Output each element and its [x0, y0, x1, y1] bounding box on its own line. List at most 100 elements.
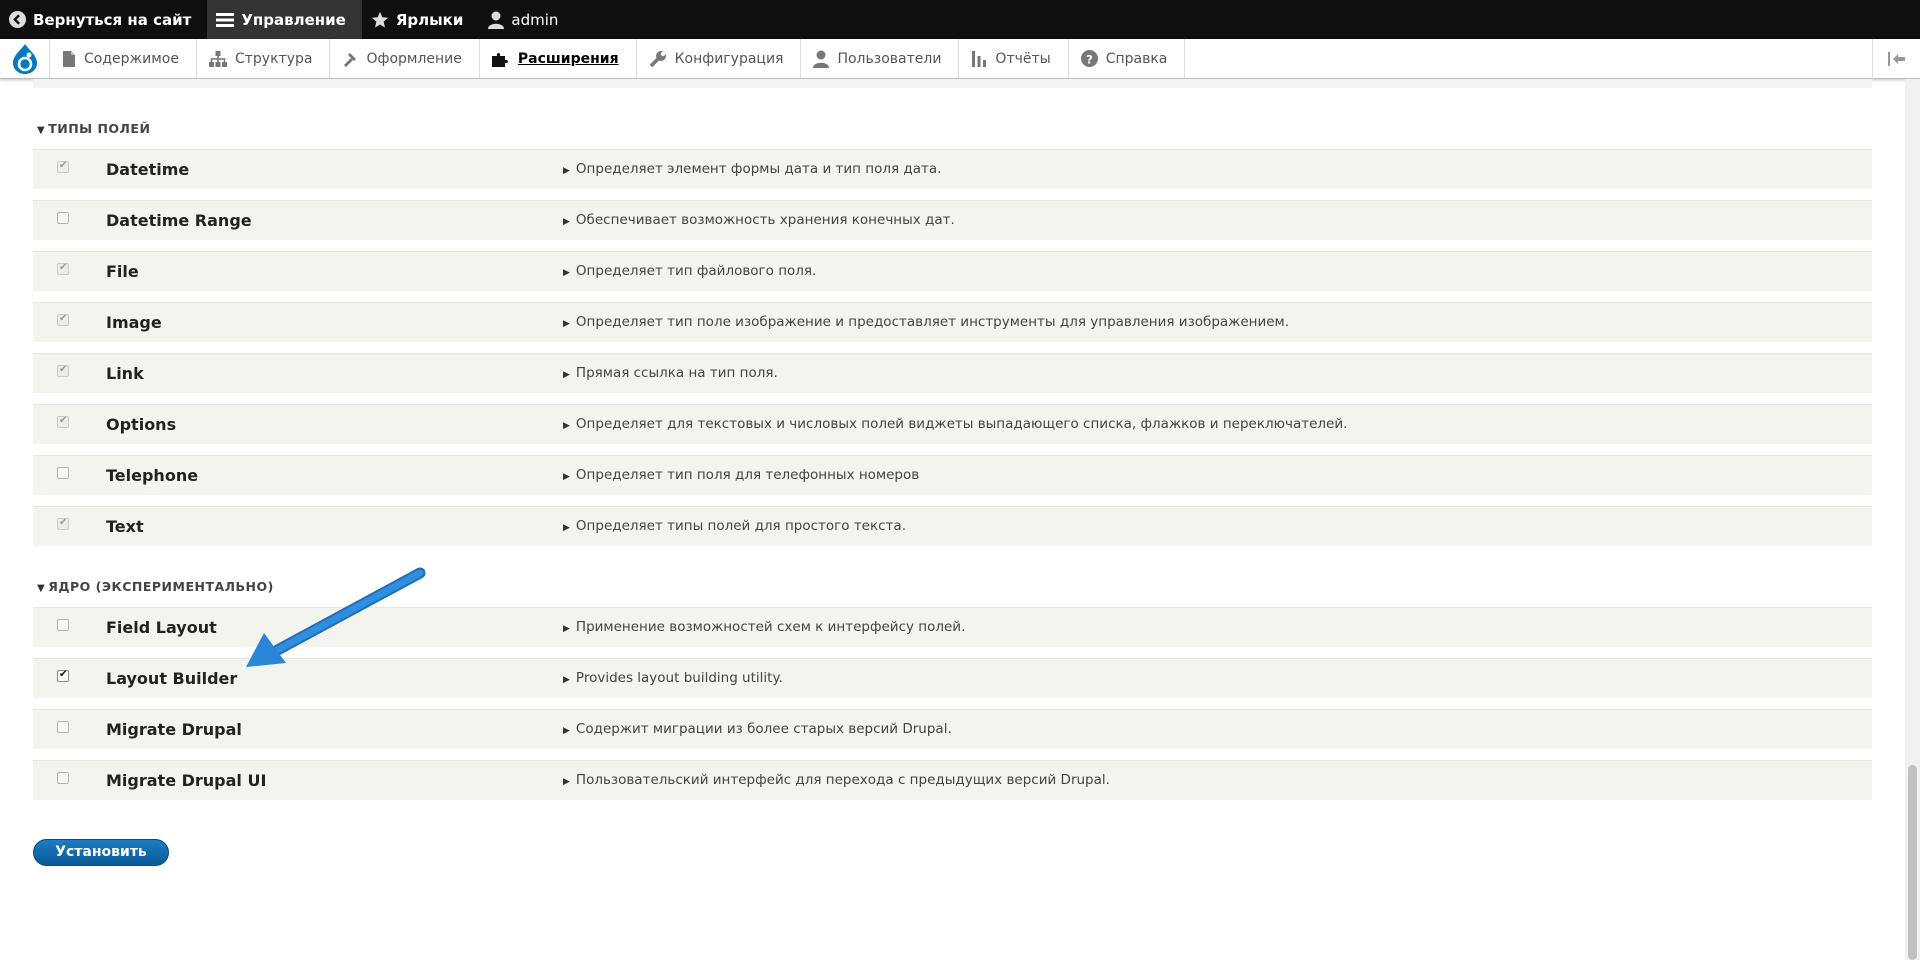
module-description-toggle[interactable]: ▶ Применение возможностей схем к интерфей…	[563, 619, 965, 635]
help-icon: ?	[1080, 50, 1098, 67]
tray-item-people[interactable]: Пользователи	[801, 39, 960, 78]
module-description-toggle[interactable]: ▶ Определяет тип файлового поля.	[563, 263, 816, 279]
module-description-toggle[interactable]: ▶ Определяет тип поле изображение и предо…	[563, 314, 1289, 330]
tray-collapse-button[interactable]	[1872, 39, 1920, 79]
shortcuts-tab[interactable]: Ярлыки	[362, 0, 480, 39]
module-description-toggle[interactable]: ▶ Определяет для текстовых и числовых пол…	[563, 416, 1347, 432]
module-checkbox[interactable]	[57, 212, 69, 224]
module-description: Определяет типы полей для простого текст…	[575, 518, 906, 534]
expand-triangle-icon: ▶	[563, 523, 570, 533]
user-label: admin	[511, 10, 559, 29]
module-name[interactable]: Image	[106, 313, 162, 332]
page-scrollbar[interactable]	[1905, 79, 1920, 960]
back-to-site-label: Вернуться на сайт	[33, 10, 192, 29]
tray-item-reports[interactable]: Отчёты	[959, 39, 1069, 78]
module-name[interactable]: Telephone	[106, 466, 198, 485]
tray-item-label: Конфигурация	[674, 50, 784, 67]
module-checkbox: ✔	[57, 313, 69, 326]
module-name[interactable]: Migrate Drupal	[106, 720, 242, 739]
module-name[interactable]: Datetime Range	[106, 211, 252, 230]
tray-item-appearance[interactable]: Оформление	[330, 39, 480, 78]
tray-item-structure[interactable]: Структура	[197, 39, 331, 78]
module-row: ✔ Datetime ▶ Определяет элемент формы дата …	[33, 149, 1872, 189]
module-row: ✔ Image ▶ Определяет тип поле изображение и…	[33, 302, 1872, 342]
expand-triangle-icon: ▶	[563, 777, 570, 787]
expand-triangle-icon: ▶	[563, 726, 570, 736]
module-name[interactable]: Datetime	[106, 160, 189, 179]
module-checkbox[interactable]	[57, 772, 69, 784]
section-title-field-types[interactable]: ▼ ТИПЫ ПОЛЕЙ	[37, 121, 150, 136]
module-description: Пользовательский интерфейс для перехода …	[575, 772, 1110, 788]
module-row: Migrate Drupal ▶ Содержит миграции из боле…	[33, 709, 1872, 749]
module-name[interactable]: File	[106, 262, 139, 281]
user-tab[interactable]: admin	[479, 0, 574, 39]
module-checkbox[interactable]: ✔	[57, 669, 69, 682]
module-checkbox: ✔	[57, 517, 69, 530]
module-row: ✔ Options ▶ Определяет для текстовых и числ…	[33, 404, 1872, 444]
module-description: Определяет тип файлового поля.	[575, 263, 817, 279]
people-icon	[813, 50, 830, 68]
checkmark-icon: ✔	[59, 415, 68, 426]
tray-item-label: Оформление	[366, 50, 462, 67]
tray-item-help[interactable]: ? Справка	[1069, 39, 1186, 78]
module-description: Определяет для текстовых и числовых поле…	[575, 416, 1348, 432]
module-row: Migrate Drupal UI ▶ Пользовательский интер…	[33, 760, 1872, 800]
drupal-drop-icon	[12, 43, 37, 74]
wrench-icon	[649, 50, 666, 67]
expand-triangle-icon: ▶	[563, 472, 570, 482]
expand-triangle-icon: ▶	[563, 319, 570, 329]
module-name[interactable]: Options	[106, 415, 176, 434]
tray-item-content[interactable]: Содержимое	[50, 39, 197, 78]
module-description-toggle[interactable]: ▶ Определяет типы полей для простого текс…	[563, 518, 906, 534]
checkmark-icon: ✔	[59, 517, 68, 528]
scrollbar-thumb[interactable]	[1908, 765, 1917, 960]
module-description: Применение возможностей схем к интерфейс…	[575, 619, 966, 635]
module-checkbox: ✔	[57, 415, 69, 428]
module-checkbox: ✔	[57, 160, 69, 173]
manage-tab[interactable]: Управление	[207, 0, 362, 39]
chevron-left-circle-icon	[9, 11, 26, 28]
module-name[interactable]: Field Layout	[106, 618, 217, 637]
expand-triangle-icon: ▶	[563, 421, 570, 431]
tray-item-config[interactable]: Конфигурация	[637, 39, 802, 78]
collapse-triangle-icon: ▼	[37, 125, 46, 136]
checkmark-icon: ✔	[59, 313, 68, 324]
tray-item-label: Расширения	[517, 50, 619, 67]
module-name[interactable]: Layout Builder	[106, 669, 237, 688]
module-description: Содержит миграции из более старых версий…	[575, 721, 952, 737]
module-description-toggle[interactable]: ▶ Прямая ссылка на тип поля.	[563, 365, 778, 381]
section-title-core-experimental[interactable]: ▼ ЯДРО (ЭКСПЕРИМЕНТАЛЬНО)	[37, 579, 274, 594]
module-description: Provides layout building utility.	[575, 670, 783, 686]
tray-item-extend[interactable]: Расширения	[480, 39, 637, 78]
module-name[interactable]: Migrate Drupal UI	[106, 771, 266, 790]
admin-toolbar: Вернуться на сайт Управление Ярлыки admi…	[0, 0, 1920, 39]
module-description-toggle[interactable]: ▶ Определяет тип поля для телефонных номе…	[563, 467, 919, 483]
module-row: Telephone ▶ Определяет тип поля для телефо…	[33, 455, 1872, 495]
expand-triangle-icon: ▶	[563, 370, 570, 380]
module-row: Datetime Range ▶ Обеспечивает возможность …	[33, 200, 1872, 240]
tray-item-label: Содержимое	[84, 50, 179, 67]
module-row: ✔ Link ▶ Прямая ссылка на тип поля.	[33, 353, 1872, 393]
shortcuts-label: Ярлыки	[395, 10, 464, 29]
module-description-toggle[interactable]: ▶ Пользовательский интерфейс для перехода…	[563, 772, 1110, 788]
module-checkbox[interactable]	[57, 467, 69, 479]
install-button[interactable]: Установить	[33, 839, 169, 866]
module-checkbox[interactable]	[57, 619, 69, 631]
module-description: Определяет тип поля для телефонных номер…	[575, 467, 920, 483]
expand-triangle-icon: ▶	[563, 624, 570, 634]
module-checkbox[interactable]	[57, 721, 69, 733]
expand-triangle-icon: ▶	[563, 217, 570, 227]
module-description-toggle[interactable]: ▶ Содержит миграции из более старых верси…	[563, 721, 952, 737]
module-name[interactable]: Text	[106, 517, 144, 536]
module-name[interactable]: Link	[106, 364, 144, 383]
module-description-toggle[interactable]: ▶ Provides layout building utility.	[563, 670, 783, 686]
module-description: Прямая ссылка на тип поля.	[575, 365, 778, 381]
drupal-logo[interactable]	[0, 39, 50, 78]
annotation-arrow	[246, 567, 426, 667]
back-to-site-link[interactable]: Вернуться на сайт	[0, 0, 207, 39]
sitemap-icon	[208, 50, 227, 67]
module-description-toggle[interactable]: ▶ Обеспечивает возможность хранения конеч…	[563, 212, 955, 228]
checkmark-icon: ✔	[59, 364, 68, 375]
admin-tray: Содержимое Структура Оформление Расширен…	[0, 39, 1920, 79]
module-description-toggle[interactable]: ▶ Определяет элемент формы дата и тип пол…	[563, 161, 941, 177]
